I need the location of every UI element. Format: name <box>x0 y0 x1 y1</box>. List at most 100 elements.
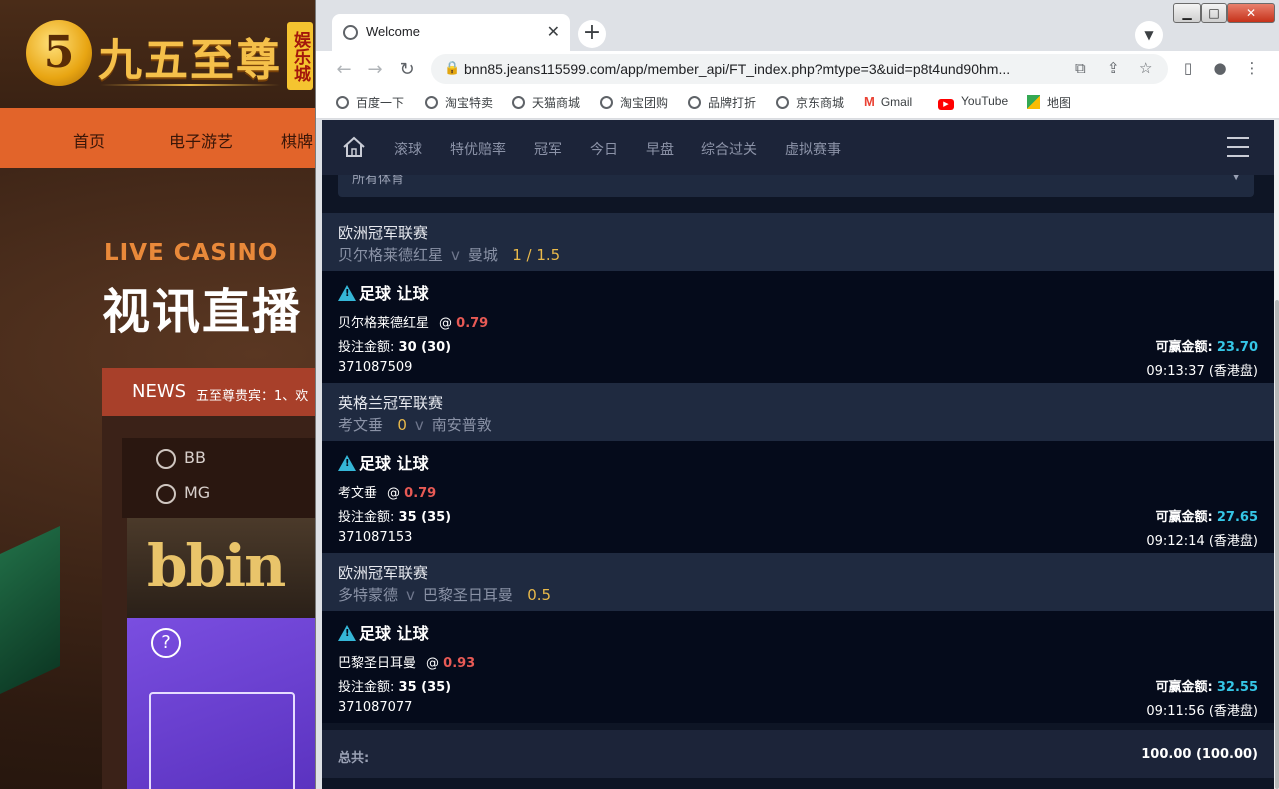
bet-type-label: 足球 让球 <box>359 284 429 303</box>
nav-parlay[interactable]: 综合过关 <box>701 139 757 159</box>
potential-win: 可赢金额: 23.70 <box>1156 336 1258 355</box>
sport-filter-select[interactable]: 所有体育 ▼ <box>338 175 1254 197</box>
bet-type: 足球 让球 <box>338 620 429 644</box>
reload-icon[interactable]: ↻ <box>396 59 418 80</box>
nav-outright[interactable]: 冠军 <box>534 139 562 159</box>
bookmark-item[interactable]: 品牌打折 <box>688 94 756 111</box>
nav-inplay[interactable]: 滚球 <box>394 139 422 159</box>
lock-icon[interactable]: 🔒 <box>444 61 460 76</box>
bet-selection: 贝尔格莱德红星 @ 0.79 <box>338 312 488 331</box>
match-teams: 贝尔格莱德红星 v 曼城 1 / 1.5 <box>338 244 560 265</box>
total-row: 总共: 100.00 (100.00) <box>322 730 1274 778</box>
win-value: 32.55 <box>1216 680 1258 695</box>
selection-team: 贝尔格莱德红星 <box>338 316 430 331</box>
bookmark-maps[interactable]: 地图 <box>1027 94 1071 111</box>
help-icon[interactable]: ? <box>151 628 181 658</box>
bookmark-label: 百度一下 <box>356 96 405 110</box>
bookmark-label: 品牌打折 <box>708 96 757 110</box>
minimize-button[interactable]: ▁ <box>1173 3 1201 23</box>
profile-icon[interactable]: ● <box>1209 59 1231 77</box>
home-team: 贝尔格莱德红星 <box>338 246 444 264</box>
provider-tab-bb[interactable]: BB <box>156 448 206 469</box>
bookmarks-bar: 百度一下 淘宝特卖 天猫商城 淘宝团购 品牌打折 京东商城 M Gmail ▶ Yo… <box>316 87 1279 119</box>
bookmark-star-icon[interactable]: ☆ <box>1139 59 1152 77</box>
bookmark-item[interactable]: 淘宝特卖 <box>425 94 493 111</box>
total-value: 100.00 (100.00) <box>1141 747 1258 762</box>
bookmark-youtube[interactable]: ▶ YouTube <box>938 94 1008 110</box>
bookmark-item[interactable]: 天猫商城 <box>512 94 580 111</box>
bet-type: 足球 让球 <box>338 450 429 474</box>
league-header: 欧洲冠军联赛 多特蒙德 v 巴黎圣日耳曼 0.5 <box>322 553 1274 611</box>
site-logo-text[interactable]: 九五至尊 <box>98 24 282 88</box>
nav-special-odds[interactable]: 特优赔率 <box>450 139 506 159</box>
stake-label: 投注金额: <box>338 510 395 525</box>
globe-icon <box>336 96 349 109</box>
game-preview[interactable]: ? <box>127 618 332 789</box>
home-icon[interactable] <box>342 136 366 158</box>
news-ticker[interactable]: 五至尊贵宾：1、欢 <box>196 385 308 404</box>
url-text[interactable]: bnn85.jeans115599.com/app/member_api/FT_… <box>464 61 1010 77</box>
odds-value: 0.93 <box>443 656 476 671</box>
share-icon[interactable]: ⇪ <box>1107 59 1120 77</box>
more-menu-icon[interactable]: ⋮ <box>1241 59 1263 77</box>
league-name: 欧洲冠军联赛 <box>338 564 429 582</box>
browser-tab[interactable]: Welcome ✕ <box>332 14 570 51</box>
warning-icon <box>338 455 356 471</box>
tab-title: Welcome <box>366 24 420 39</box>
side-panel-icon[interactable]: ▯ <box>1177 59 1199 77</box>
news-bar: NEWS 五至尊贵宾：1、欢 <box>102 368 332 416</box>
scrollbar-thumb[interactable] <box>1275 300 1279 789</box>
bbin-game-card[interactable]: bbin <box>127 518 332 618</box>
globe-icon <box>512 96 525 109</box>
site-nav-slots[interactable]: 电子游艺 <box>169 128 233 152</box>
handicap-line: 0.5 <box>527 586 552 604</box>
translate-icon[interactable]: ⧉ <box>1075 59 1086 77</box>
bet-type-label: 足球 让球 <box>359 454 429 473</box>
nav-virtual[interactable]: 虚拟赛事 <box>785 139 841 159</box>
back-icon[interactable]: ← <box>333 59 355 80</box>
bookmark-gmail[interactable]: M Gmail <box>864 94 912 109</box>
bookmark-item[interactable]: 京东商城 <box>776 94 844 111</box>
globe-icon <box>425 96 438 109</box>
decorative-frame <box>149 692 295 789</box>
hamburger-menu-icon[interactable] <box>1227 137 1249 157</box>
bookmark-item[interactable]: 淘宝团购 <box>600 94 668 111</box>
provider-tab-label: BB <box>184 448 206 467</box>
bet-type: 足球 让球 <box>338 280 429 304</box>
stake: 投注金额: 35 (35) <box>338 676 451 695</box>
win-value: 23.70 <box>1216 340 1258 355</box>
site-logo-badge: 娱乐城 <box>287 22 313 90</box>
league-name: 英格兰冠军联赛 <box>338 394 444 412</box>
bet-type-label: 足球 让球 <box>359 624 429 643</box>
nav-early[interactable]: 早盘 <box>646 139 674 159</box>
page-scrollbar[interactable] <box>1274 120 1279 789</box>
odds-value: 0.79 <box>404 486 437 501</box>
provider-tab-mg[interactable]: MG <box>156 483 210 504</box>
win-value: 27.65 <box>1216 510 1258 525</box>
live-casino-title: LIVE CASINO <box>104 240 279 266</box>
address-bar[interactable]: 🔒 bnn85.jeans115599.com/app/member_api/F… <box>431 54 1168 84</box>
handicap-line: 1 / 1.5 <box>512 246 561 264</box>
match-teams: 多特蒙德 v 巴黎圣日耳曼 0.5 <box>338 584 551 605</box>
win-label: 可赢金额: <box>1155 510 1213 525</box>
browser-toolbar: ← → ↻ 🔒 bnn85.jeans115599.com/app/member… <box>316 51 1279 87</box>
forward-icon[interactable]: → <box>364 59 386 80</box>
site-logo-icon[interactable]: 5 <box>26 20 92 86</box>
odds-value: 0.79 <box>456 316 489 331</box>
live-casino-title-cn: 视讯直播 <box>102 284 303 340</box>
total-label: 总共: <box>338 751 370 766</box>
maximize-button[interactable]: □ <box>1201 3 1227 23</box>
tab-search-button[interactable]: ▼ <box>1135 21 1163 49</box>
site-nav-cards[interactable]: 棋牌 <box>281 128 313 152</box>
potential-win: 可赢金额: 27.65 <box>1156 506 1258 525</box>
new-tab-button[interactable]: + <box>578 20 606 48</box>
stake-value: 35 (35) <box>398 510 452 525</box>
close-tab-icon[interactable]: ✕ <box>547 22 560 41</box>
at-symbol: @ <box>426 656 440 671</box>
site-nav-home[interactable]: 首页 <box>73 128 105 152</box>
bet-id: 371087509 <box>338 360 413 375</box>
globe-icon <box>600 96 613 109</box>
bookmark-item[interactable]: 百度一下 <box>336 94 404 111</box>
close-window-button[interactable]: ✕ <box>1227 3 1275 23</box>
nav-today[interactable]: 今日 <box>590 139 618 159</box>
